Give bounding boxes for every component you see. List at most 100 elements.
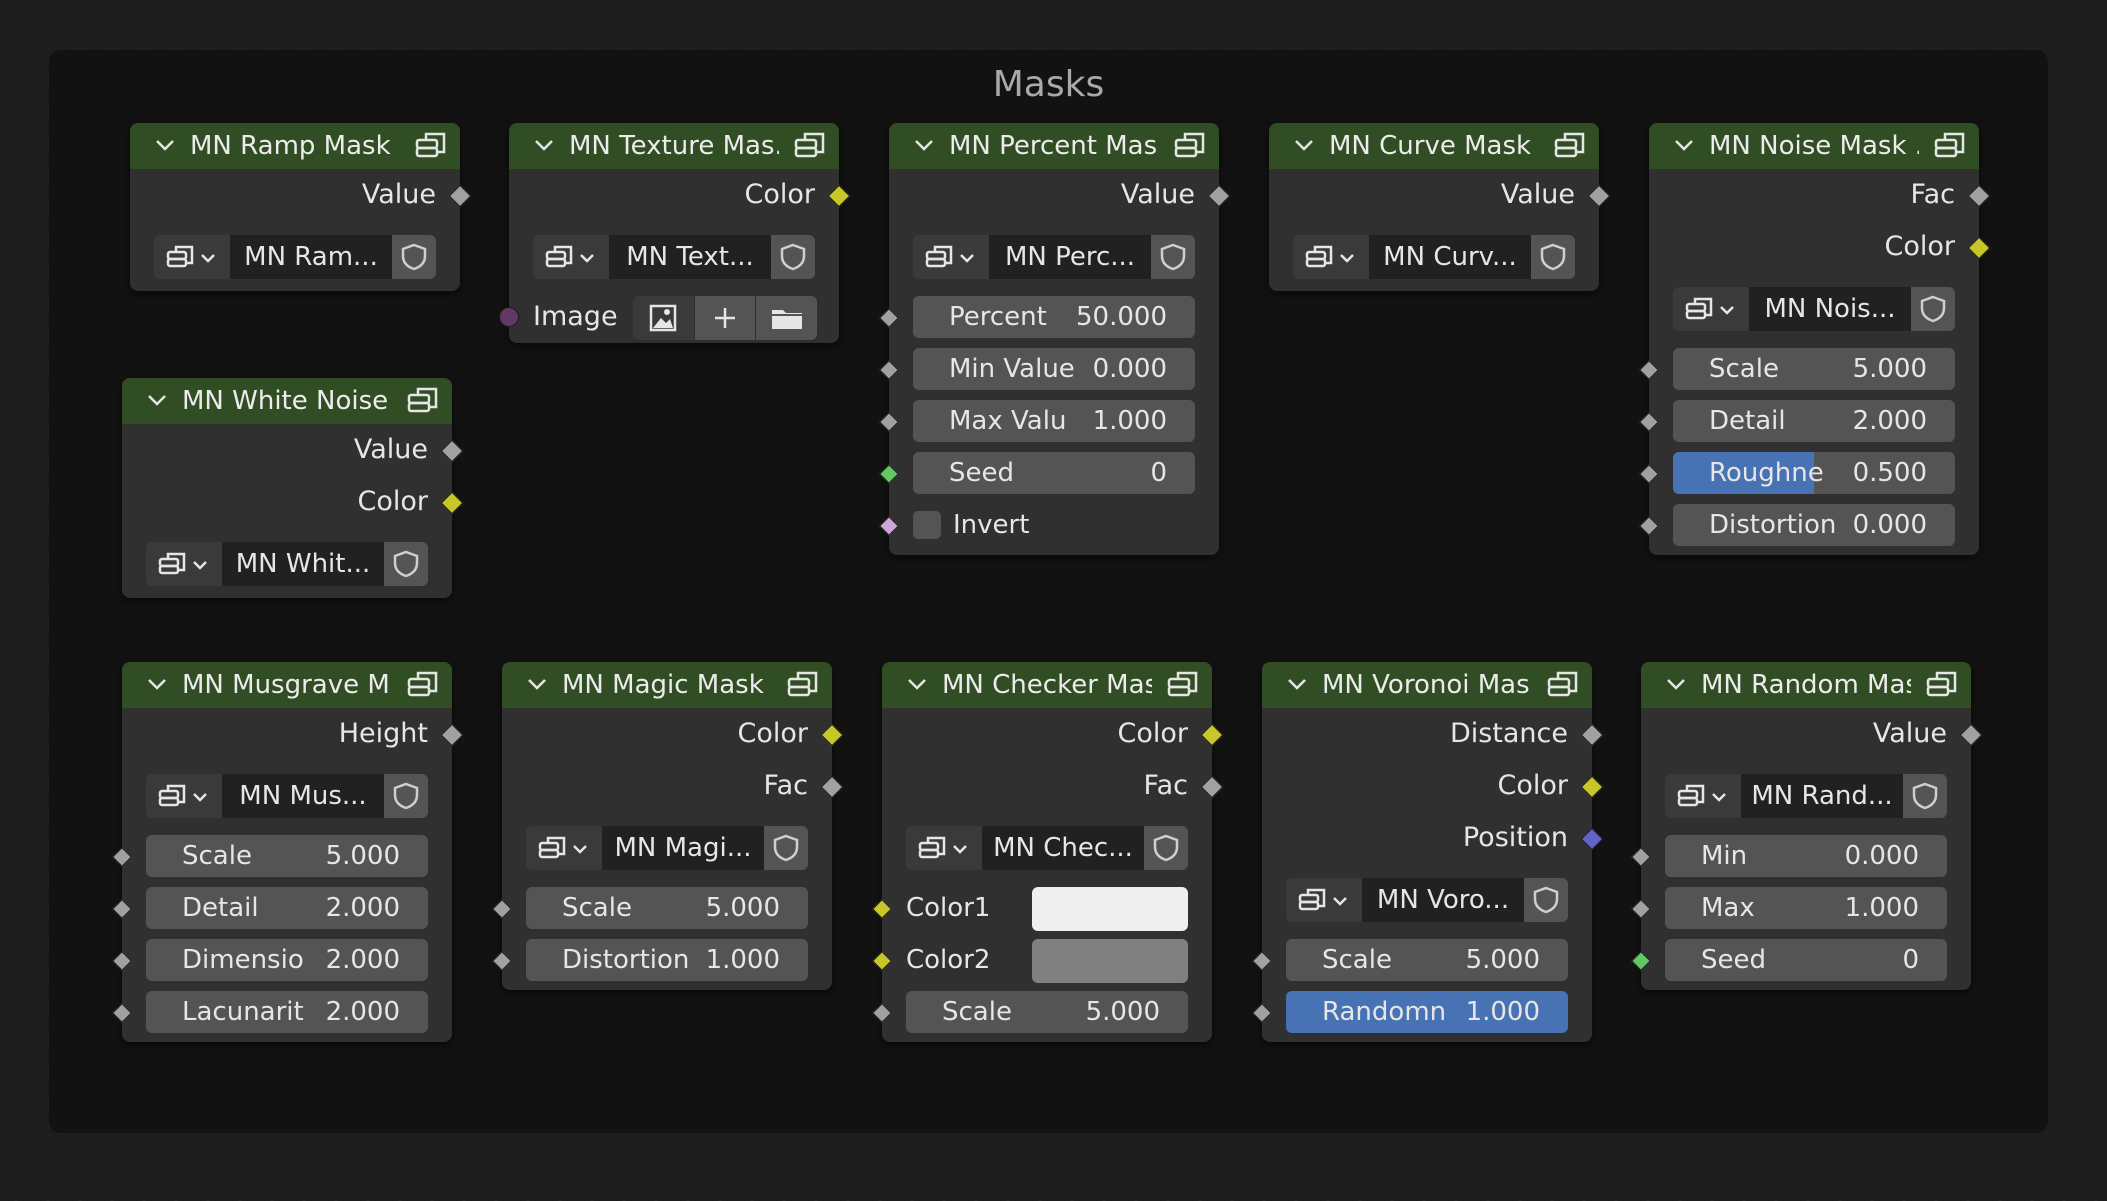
browse-node-group-button[interactable]	[146, 774, 222, 818]
scale-field[interactable]: Scale 5.000	[1673, 348, 1955, 390]
fake-user-shield-button[interactable]	[1151, 235, 1195, 279]
fake-user-shield-button[interactable]	[771, 235, 815, 279]
group-name-field[interactable]: MN Mus...	[222, 774, 384, 818]
group-name-field[interactable]: MN Magi...	[602, 826, 764, 870]
fake-user-shield-button[interactable]	[1144, 826, 1188, 870]
color1-swatch[interactable]	[1032, 887, 1188, 931]
fake-user-shield-button[interactable]	[764, 826, 808, 870]
browse-image-button[interactable]	[633, 296, 695, 340]
open-image-button[interactable]	[756, 296, 818, 340]
distortion-field[interactable]: Distortion 0.000	[1673, 504, 1955, 546]
dimension-field[interactable]: Dimensio 2.000	[146, 939, 428, 981]
group-name-field[interactable]: MN Chec...	[982, 826, 1144, 870]
group-name-field[interactable]: MN Whit...	[222, 542, 384, 586]
group-name-field[interactable]: MN Text...	[609, 235, 771, 279]
node-noise-mask[interactable]: MN Noise Mask ... Fac Color MN Nois... S…	[1639, 123, 1991, 555]
image-input-socket[interactable]	[499, 307, 519, 327]
chevron-down-icon[interactable]	[1673, 135, 1695, 155]
node-percent-mask[interactable]: MN Percent Mas... Value MN Perc... Perce…	[879, 123, 1231, 555]
invert-checkbox[interactable]	[913, 511, 941, 539]
group-selector[interactable]: MN Text...	[533, 235, 815, 279]
node-header[interactable]: MN Percent Mas...	[889, 123, 1219, 169]
percent-field[interactable]: Percent 50.000	[913, 296, 1195, 338]
node-texture-mask[interactable]: MN Texture Mas... Color MN Text... Image	[499, 123, 851, 343]
node-header[interactable]: MN Curve Mask ...	[1269, 123, 1599, 169]
max-field[interactable]: Max 1.000	[1665, 887, 1947, 929]
fake-user-shield-button[interactable]	[1524, 878, 1568, 922]
chevron-down-icon[interactable]	[1286, 674, 1308, 694]
scale-field[interactable]: Scale 5.000	[526, 887, 808, 929]
group-selector[interactable]: MN Mus...	[146, 774, 428, 818]
color2-swatch[interactable]	[1032, 939, 1188, 983]
roughness-slider[interactable]: Roughne 0.500	[1673, 452, 1955, 494]
group-name-field[interactable]: MN Voro...	[1362, 878, 1524, 922]
node-header[interactable]: MN Checker Mas...	[882, 662, 1212, 708]
browse-node-group-button[interactable]	[1293, 235, 1369, 279]
scale-field[interactable]: Scale 5.000	[906, 991, 1188, 1033]
detail-field[interactable]: Detail 2.000	[1673, 400, 1955, 442]
scale-field[interactable]: Scale 5.000	[146, 835, 428, 877]
node-checker-mask[interactable]: MN Checker Mas... Color Fac MN Chec... C…	[872, 662, 1224, 1042]
group-selector[interactable]: MN Voro...	[1286, 878, 1568, 922]
chevron-down-icon[interactable]	[533, 135, 555, 155]
node-group-icon[interactable]	[793, 130, 827, 162]
group-selector[interactable]: MN Perc...	[913, 235, 1195, 279]
group-name-field[interactable]: MN Perc...	[989, 235, 1151, 279]
node-header[interactable]: MN White Noise ...	[122, 378, 452, 424]
node-voronoi-mask[interactable]: MN Voronoi Mas... Distance Color Positio…	[1252, 662, 1604, 1042]
lacunarity-field[interactable]: Lacunarit 2.000	[146, 991, 428, 1033]
node-header[interactable]: MN Voronoi Mas...	[1262, 662, 1592, 708]
fake-user-shield-button[interactable]	[1911, 287, 1955, 331]
fake-user-shield-button[interactable]	[1531, 235, 1575, 279]
new-image-button[interactable]	[694, 296, 757, 340]
group-name-field[interactable]: MN Ram...	[230, 235, 392, 279]
browse-node-group-button[interactable]	[154, 235, 230, 279]
seed-field[interactable]: Seed 0	[1665, 939, 1947, 981]
group-name-field[interactable]: MN Nois...	[1749, 287, 1911, 331]
browse-node-group-button[interactable]	[913, 235, 989, 279]
group-selector[interactable]: MN Rand...	[1665, 774, 1947, 818]
chevron-down-icon[interactable]	[913, 135, 935, 155]
node-group-icon[interactable]	[786, 669, 820, 701]
node-header[interactable]: MN Noise Mask ...	[1649, 123, 1979, 169]
chevron-down-icon[interactable]	[1665, 674, 1687, 694]
fake-user-shield-button[interactable]	[384, 774, 428, 818]
node-random-mask[interactable]: MN Random Mas... Value MN Rand... Min 0.…	[1631, 662, 1983, 990]
node-curve-mask[interactable]: MN Curve Mask ... Value MN Curv...	[1269, 123, 1611, 291]
chevron-down-icon[interactable]	[1293, 135, 1315, 155]
node-magic-mask[interactable]: MN Magic Mask ... Color Fac MN Magi... S…	[492, 662, 844, 990]
min-field[interactable]: Min 0.000	[1665, 835, 1947, 877]
fake-user-shield-button[interactable]	[392, 235, 436, 279]
node-group-icon[interactable]	[1546, 669, 1580, 701]
node-group-icon[interactable]	[1553, 130, 1587, 162]
browse-node-group-button[interactable]	[1673, 287, 1749, 331]
group-selector[interactable]: MN Curv...	[1293, 235, 1575, 279]
node-header[interactable]: MN Musgrave M...	[122, 662, 452, 708]
node-group-icon[interactable]	[1166, 669, 1200, 701]
node-header[interactable]: MN Magic Mask ...	[502, 662, 832, 708]
node-header[interactable]: MN Ramp Mask ...	[130, 123, 460, 169]
randomness-field[interactable]: Randomn 1.000	[1286, 991, 1568, 1033]
browse-node-group-button[interactable]	[1665, 774, 1741, 818]
max-value-field[interactable]: Max Valu 1.000	[913, 400, 1195, 442]
node-white-noise-mask[interactable]: MN White Noise ... Value Color MN Whit..…	[122, 378, 464, 598]
node-group-icon[interactable]	[406, 385, 440, 417]
chevron-down-icon[interactable]	[526, 674, 548, 694]
chevron-down-icon[interactable]	[146, 390, 168, 410]
fake-user-shield-button[interactable]	[384, 542, 428, 586]
group-name-field[interactable]: MN Curv...	[1369, 235, 1531, 279]
node-group-icon[interactable]	[406, 669, 440, 701]
node-musgrave-mask[interactable]: MN Musgrave M... Height MN Mus... Scale …	[112, 662, 464, 1042]
group-name-field[interactable]: MN Rand...	[1741, 774, 1903, 818]
node-group-icon[interactable]	[1173, 130, 1207, 162]
node-ramp-mask[interactable]: MN Ramp Mask ... Value MN Ram...	[130, 123, 472, 291]
chevron-down-icon[interactable]	[906, 674, 928, 694]
distortion-field[interactable]: Distortion 1.000	[526, 939, 808, 981]
group-selector[interactable]: MN Magi...	[526, 826, 808, 870]
seed-field[interactable]: Seed 0	[913, 452, 1195, 494]
browse-node-group-button[interactable]	[1286, 878, 1362, 922]
min-value-field[interactable]: Min Value 0.000	[913, 348, 1195, 390]
scale-field[interactable]: Scale 5.000	[1286, 939, 1568, 981]
browse-node-group-button[interactable]	[533, 235, 609, 279]
detail-field[interactable]: Detail 2.000	[146, 887, 428, 929]
